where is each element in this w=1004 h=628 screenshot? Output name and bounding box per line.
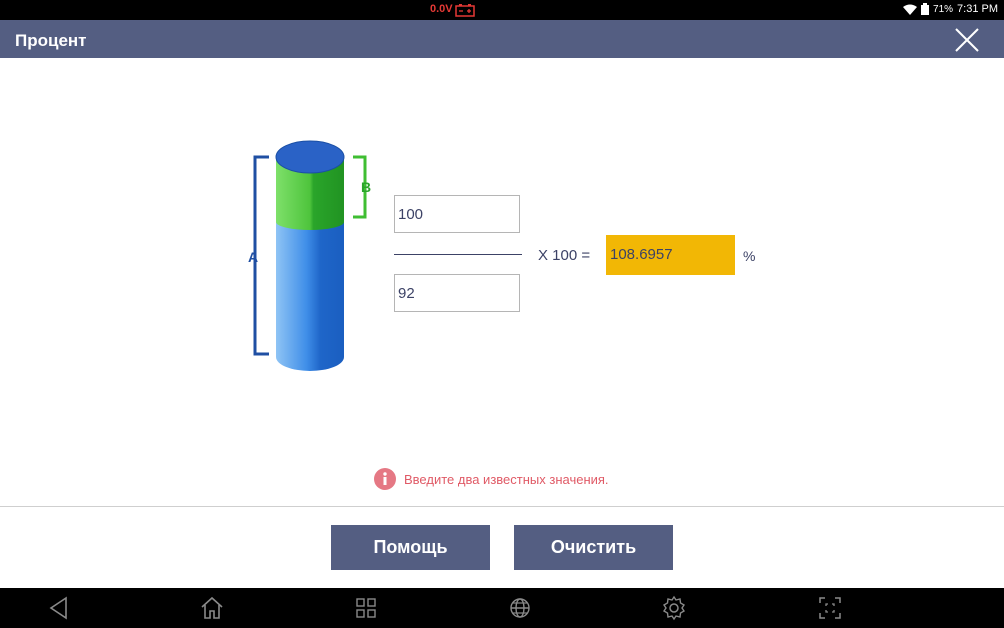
divider [0, 506, 1004, 507]
label-b: B [361, 179, 371, 195]
navigation-bar [0, 588, 1004, 628]
fraction-line [394, 254, 522, 255]
label-a: A [248, 249, 258, 265]
cylinder-body-a [276, 222, 344, 371]
back-icon[interactable] [46, 595, 72, 621]
home-icon[interactable] [199, 595, 225, 621]
cylinder-diagram: A B [248, 140, 371, 371]
result-field: 108.6957 [606, 235, 735, 275]
page-title: Процент [15, 31, 87, 50]
car-battery-icon [455, 4, 475, 17]
hint-message: Введите два известных значения. [374, 468, 609, 490]
close-icon[interactable] [954, 27, 980, 53]
title-bar: Процент [0, 20, 1004, 58]
help-button[interactable]: Помощь [331, 525, 490, 570]
hint-text: Введите два известных значения. [404, 471, 609, 487]
cylinder-top [275, 140, 345, 174]
wifi-icon [903, 4, 918, 15]
settings-gear-icon[interactable] [661, 595, 687, 621]
globe-icon[interactable] [507, 595, 533, 621]
apps-icon[interactable] [353, 595, 379, 621]
info-icon [374, 468, 396, 490]
numerator-input[interactable] [394, 195, 520, 233]
battery-percent: 71% [933, 3, 954, 15]
screenshot-icon[interactable] [817, 595, 843, 621]
clear-button[interactable]: Очистить [514, 525, 673, 570]
system-status: 71% 7:31 PM [903, 3, 998, 15]
clock: 7:31 PM [957, 3, 998, 15]
percent-unit: % [743, 248, 756, 264]
voltage-readout: 0.0V [430, 3, 453, 15]
denominator-input[interactable] [394, 274, 520, 312]
status-bar: 0.0V 71% 7:31 PM [0, 0, 1004, 20]
multiplier-text: X 100 = [538, 247, 591, 264]
battery-icon [921, 3, 930, 15]
